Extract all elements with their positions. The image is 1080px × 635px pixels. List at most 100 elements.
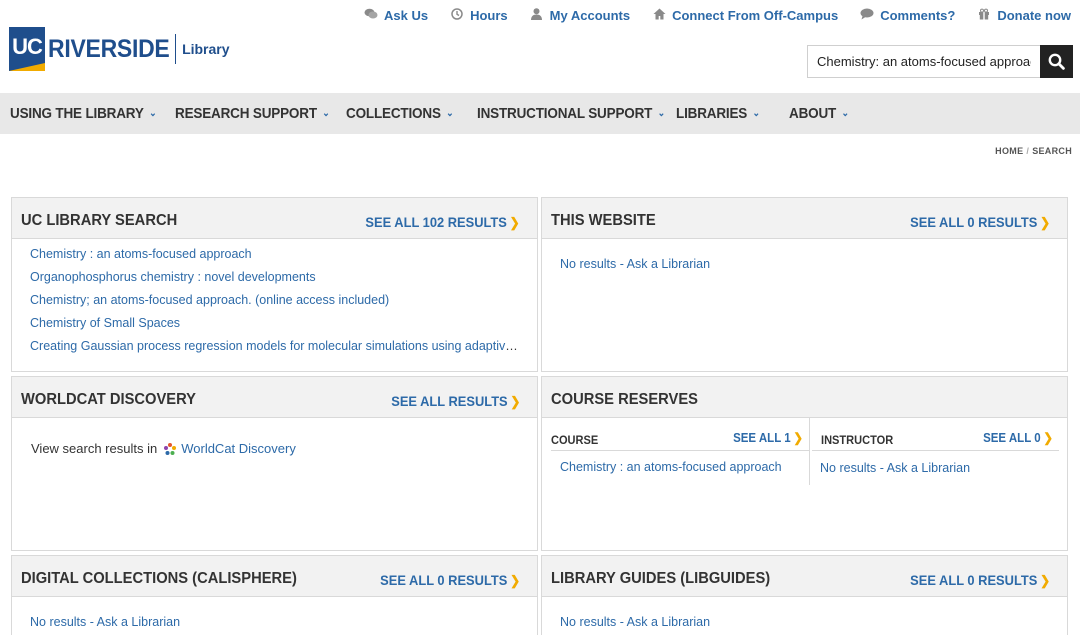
see-all-results-link[interactable]: SEE ALL 0 RESULTS ❯: [910, 214, 1050, 231]
nav-label: LIBRARIES: [676, 105, 748, 122]
chevron-down-icon: ⌄: [322, 108, 330, 119]
result-link[interactable]: Creating Gaussian process regression mod…: [30, 339, 520, 353]
ask-librarian-link[interactable]: No results - Ask a Librarian: [560, 257, 710, 271]
result-list: Chemistry : an atoms-focused approach Or…: [12, 239, 537, 354]
panel-title: THIS WEBSITE: [551, 212, 656, 229]
chevron-down-icon: ⌄: [752, 108, 761, 119]
breadcrumb: HOME / SEARCH: [995, 146, 1072, 156]
panel-digital-collections: DIGITAL COLLECTIONS (CALISPHERE) SEE ALL…: [11, 555, 538, 635]
result-link[interactable]: Organophosphorus chemistry : novel devel…: [30, 270, 316, 284]
chevron-down-icon: ⌄: [446, 108, 454, 119]
see-all-label: SEE ALL 1: [733, 431, 791, 445]
panel-library-guides: LIBRARY GUIDES (LIBGUIDES) SEE ALL 0 RES…: [541, 555, 1068, 635]
utility-hours[interactable]: Hours: [450, 8, 508, 23]
panel-header: THIS WEBSITE SEE ALL 0 RESULTS ❯: [542, 198, 1067, 239]
course-title: COURSE: [551, 433, 599, 447]
list-item: Organophosphorus chemistry : novel devel…: [30, 270, 520, 285]
see-all-instructor-link[interactable]: SEE ALL 0 ❯: [983, 430, 1053, 445]
utility-label: Donate now: [997, 8, 1071, 23]
panel-course-reserves: COURSE RESERVES COURSE SEE ALL 1 ❯ Chemis…: [541, 376, 1068, 551]
comment-icon: [860, 8, 874, 23]
ask-librarian-link[interactable]: No results - Ask a Librarian: [820, 461, 970, 475]
ucr-library-logo[interactable]: UC RIVERSIDE Library: [9, 27, 230, 71]
chevron-right-icon: ❯: [1039, 573, 1050, 588]
search-button[interactable]: [1040, 45, 1073, 78]
result-link[interactable]: Chemistry of Small Spaces: [30, 316, 180, 330]
list-item: Chemistry of Small Spaces: [30, 316, 520, 331]
utility-label: Ask Us: [384, 8, 429, 23]
logo-riverside-text: RIVERSIDE: [48, 34, 170, 63]
panel-title: COURSE RESERVES: [551, 391, 698, 408]
utility-comments[interactable]: Comments?: [860, 8, 955, 23]
nav-about[interactable]: ABOUT ⌄: [789, 105, 849, 122]
site-search: [807, 45, 1073, 78]
list-item: Chemistry : an atoms-focused approach: [30, 247, 520, 262]
home-icon: [652, 8, 666, 23]
chevron-right-icon: ❯: [1043, 431, 1053, 445]
worldcat-link[interactable]: WorldCat Discovery: [181, 441, 296, 456]
instructor-column: INSTRUCTOR SEE ALL 0 ❯ No results - Ask a…: [812, 418, 1059, 485]
panel-header: WORLDCAT DISCOVERY SEE ALL RESULTS ❯: [12, 377, 537, 418]
panel-title: WORLDCAT DISCOVERY: [21, 391, 197, 408]
search-input[interactable]: [807, 45, 1040, 78]
chevron-right-icon: ❯: [793, 431, 803, 445]
nav-instructional-support[interactable]: INSTRUCTIONAL SUPPORT ⌄: [477, 105, 665, 122]
utility-my-accounts[interactable]: My Accounts: [530, 8, 630, 23]
panel-title: UC LIBRARY SEARCH: [21, 212, 178, 229]
see-all-results-link[interactable]: SEE ALL 0 RESULTS ❯: [910, 572, 1050, 589]
see-all-label: SEE ALL RESULTS: [390, 393, 508, 409]
chevron-right-icon: ❯: [1039, 215, 1050, 230]
logo-uc-mark: UC: [9, 27, 45, 71]
nav-research-support[interactable]: RESEARCH SUPPORT ⌄: [175, 105, 330, 122]
breadcrumb-current: SEARCH: [1032, 146, 1072, 156]
worldcat-prefix: View search results in: [31, 441, 158, 456]
clock-icon: [450, 8, 464, 23]
utility-label: Connect From Off-Campus: [672, 8, 839, 23]
utility-off-campus[interactable]: Connect From Off-Campus: [652, 8, 838, 23]
utility-ask-us[interactable]: Ask Us: [364, 8, 428, 23]
panel-header: LIBRARY GUIDES (LIBGUIDES) SEE ALL 0 RES…: [542, 556, 1067, 597]
instructor-header: INSTRUCTOR SEE ALL 0 ❯: [812, 418, 1059, 451]
list-item: Creating Gaussian process regression mod…: [30, 339, 520, 354]
breadcrumb-home[interactable]: HOME: [995, 146, 1023, 156]
utility-label: My Accounts: [549, 8, 631, 23]
course-header: COURSE SEE ALL 1 ❯: [551, 418, 809, 451]
see-all-results-link[interactable]: SEE ALL 102 RESULTS ❯: [366, 214, 520, 231]
utility-label: Comments?: [880, 8, 956, 23]
nav-collections[interactable]: COLLECTIONS ⌄: [346, 105, 454, 122]
user-icon: [530, 8, 544, 23]
panel-worldcat-discovery: WORLDCAT DISCOVERY SEE ALL RESULTS ❯ View…: [11, 376, 538, 551]
ask-librarian-link[interactable]: No results - Ask a Librarian: [560, 615, 710, 629]
breadcrumb-separator: /: [1026, 146, 1030, 156]
worldcat-line: View search results in WorldCat Discover…: [31, 441, 296, 456]
course-result-link[interactable]: Chemistry : an atoms-focused approach: [560, 460, 782, 474]
course-column: COURSE SEE ALL 1 ❯ Chemistry : an atoms-f…: [551, 418, 810, 485]
nav-label: USING THE LIBRARY: [10, 105, 144, 122]
chevron-right-icon: ❯: [509, 215, 520, 230]
worldcat-logo-icon: [164, 442, 177, 455]
site-header: UC RIVERSIDE Library Ask Us Hours My Acc…: [0, 0, 1080, 93]
see-all-results-link[interactable]: SEE ALL RESULTS ❯: [391, 393, 520, 410]
panel-this-website: THIS WEBSITE SEE ALL 0 RESULTS ❯ No resul…: [541, 197, 1068, 372]
ask-librarian-link[interactable]: No results - Ask a Librarian: [30, 615, 180, 629]
nav-libraries[interactable]: LIBRARIES ⌄: [676, 105, 760, 122]
see-all-results-link[interactable]: SEE ALL 0 RESULTS ❯: [380, 572, 520, 589]
list-item: Chemistry; an atoms-focused approach. (o…: [30, 293, 520, 308]
see-all-label: SEE ALL 102 RESULTS: [365, 214, 508, 230]
panel-header: DIGITAL COLLECTIONS (CALISPHERE) SEE ALL…: [12, 556, 537, 597]
chevron-down-icon: ⌄: [841, 108, 849, 119]
nav-using-the-library[interactable]: USING THE LIBRARY ⌄: [10, 105, 157, 122]
chevron-down-icon: ⌄: [657, 108, 666, 119]
chevron-right-icon: ❯: [509, 573, 520, 588]
nav-label: COLLECTIONS: [346, 105, 441, 122]
utility-donate[interactable]: Donate now: [977, 8, 1071, 23]
panel-title: LIBRARY GUIDES (LIBGUIDES): [551, 570, 771, 587]
panel-header: COURSE RESERVES: [542, 377, 1067, 418]
logo-library-text: Library: [182, 41, 230, 57]
result-link[interactable]: Chemistry : an atoms-focused approach: [30, 247, 252, 261]
see-all-course-link[interactable]: SEE ALL 1 ❯: [733, 430, 803, 445]
nav-label: ABOUT: [789, 105, 837, 122]
utility-nav: Ask Us Hours My Accounts Connect From Of…: [342, 8, 1071, 23]
result-link[interactable]: Chemistry; an atoms-focused approach. (o…: [30, 293, 389, 307]
see-all-label: SEE ALL 0 RESULTS: [380, 572, 508, 588]
